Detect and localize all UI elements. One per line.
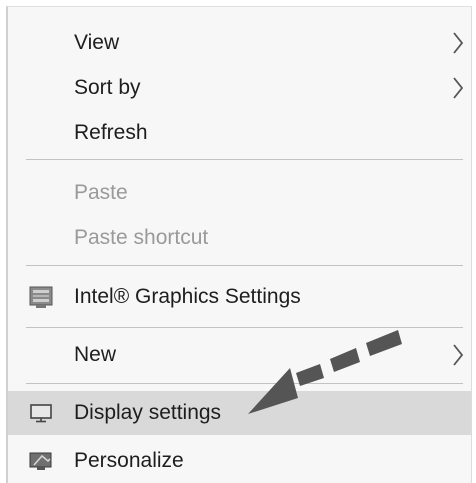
menu-item-label: New: [74, 343, 117, 366]
menu-item-label: Intel® Graphics Settings: [74, 285, 301, 308]
chevron-right-icon: [453, 32, 464, 54]
menu-item-intel-graphics-settings[interactable]: Intel® Graphics Settings: [8, 275, 471, 319]
menu-item-paste-shortcut: Paste shortcut: [8, 216, 471, 260]
personalize-icon: [29, 452, 52, 470]
menu-item-personalize[interactable]: Personalize: [8, 439, 471, 483]
menu-item-label: Refresh: [74, 121, 148, 144]
menu-item-label: Display settings: [74, 401, 222, 424]
menu-item-label: View: [74, 31, 120, 54]
menu-item-display-settings[interactable]: Display settings: [8, 391, 471, 435]
menu-separator: [26, 159, 463, 160]
menu-item-new[interactable]: New: [8, 333, 471, 377]
menu-item-label: Sort by: [74, 76, 141, 99]
menu-item-paste: Paste: [8, 171, 471, 215]
desktop-context-menu: View Sort by Refresh Paste Paste shortcu…: [6, 6, 472, 483]
menu-item-label: Paste shortcut: [74, 226, 209, 249]
chevron-right-icon: [453, 77, 464, 99]
intel-graphics-icon: [29, 286, 53, 308]
chevron-right-icon: [453, 344, 464, 366]
menu-separator: [26, 383, 463, 384]
menu-item-sort-by[interactable]: Sort by: [8, 66, 471, 110]
menu-item-view[interactable]: View: [8, 21, 471, 65]
menu-item-label: Personalize: [74, 449, 184, 472]
menu-item-refresh[interactable]: Refresh: [8, 111, 471, 155]
menu-separator: [26, 265, 463, 266]
menu-item-label: Paste: [74, 181, 128, 204]
menu-separator: [26, 327, 463, 328]
display-monitor-icon: [30, 404, 52, 423]
